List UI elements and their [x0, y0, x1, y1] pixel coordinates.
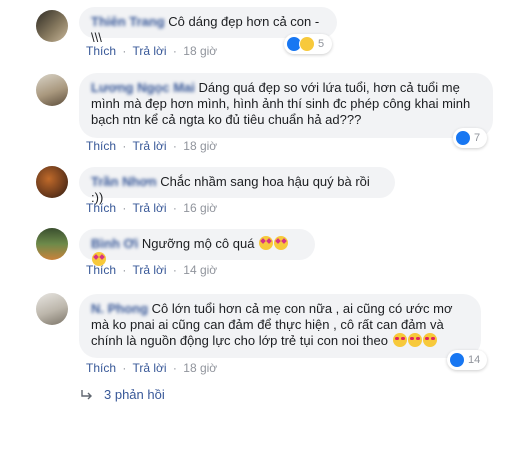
reaction-count: 14 [468, 354, 481, 366]
haha-reaction-icon [299, 36, 315, 52]
comment-bubble: Bình Ơi Ngưỡng mộ cô quá [79, 229, 315, 266]
separator: · [172, 263, 177, 277]
comment-actions: Thích · Trả lời · 18 giờ [86, 139, 217, 153]
reply-button[interactable]: Trả lời [132, 139, 166, 153]
like-reaction-icon [455, 130, 471, 146]
separator: · [172, 44, 177, 58]
reply-button[interactable]: Trả lời [132, 44, 166, 58]
comment-text: Ngưỡng mộ cô quá [141, 236, 255, 251]
comment-bubble: N. Phong Cô lớn tuổi hơn cả mẹ con nữa ,… [79, 294, 481, 358]
reaction-count: 5 [318, 38, 325, 50]
avatar[interactable] [36, 10, 68, 42]
separator: · [122, 263, 127, 277]
like-button[interactable]: Thích [86, 139, 116, 153]
comment-bubble: Trần Nhơn Chắc nhầm sang hoa hậu quý bà … [79, 167, 395, 205]
like-button[interactable]: Thích [86, 44, 116, 58]
reaction-summary[interactable]: 5 [284, 34, 332, 54]
separator: · [172, 201, 177, 215]
avatar[interactable] [36, 228, 68, 260]
like-button[interactable]: Thích [86, 361, 116, 375]
like-button[interactable]: Thích [86, 201, 116, 215]
like-reaction-icon [449, 352, 465, 368]
separator: · [122, 44, 127, 58]
reaction-summary[interactable]: 7 [453, 128, 487, 148]
comment-timestamp[interactable]: 18 giờ [183, 139, 217, 153]
separator: · [122, 201, 127, 215]
comment-author[interactable]: N. Phong [91, 301, 148, 316]
comment-timestamp[interactable]: 16 giờ [183, 201, 217, 215]
heart-eyes-emoji-icon [422, 333, 437, 347]
star-struck-emoji-icon [259, 236, 274, 250]
comment-actions: Thích · Trả lời · 14 giờ [86, 263, 217, 277]
reaction-summary[interactable]: 14 [447, 350, 487, 370]
reply-button[interactable]: Trả lời [132, 263, 166, 277]
comment-author[interactable]: Trần Nhơn [91, 174, 157, 189]
separator: · [172, 139, 177, 153]
avatar[interactable] [36, 293, 68, 325]
replies-label: 3 phản hồi [104, 387, 165, 402]
reply-arrow-icon [81, 389, 92, 399]
comment-actions: Thích · Trả lời · 16 giờ [86, 201, 217, 215]
separator: · [122, 139, 127, 153]
reaction-count: 7 [474, 132, 481, 144]
comment-timestamp[interactable]: 14 giờ [183, 263, 217, 277]
comment-author[interactable]: Lương Ngọc Mai [91, 80, 195, 95]
separator: · [172, 361, 177, 375]
comment-timestamp[interactable]: 18 giờ [183, 361, 217, 375]
heart-eyes-emoji-icon [392, 333, 407, 347]
comment-actions: Thích · Trả lời · 18 giờ [86, 361, 217, 375]
separator: · [122, 361, 127, 375]
view-replies-link[interactable]: 3 phản hồi [80, 387, 165, 402]
like-button[interactable]: Thích [86, 263, 116, 277]
heart-eyes-emoji-icon [407, 333, 422, 347]
star-struck-emoji-icon [274, 236, 289, 250]
comment-author[interactable]: Bình Ơi [91, 236, 138, 251]
comment-author[interactable]: Thiên Trang [91, 14, 165, 29]
reply-button[interactable]: Trả lời [132, 361, 166, 375]
avatar[interactable] [36, 166, 68, 198]
comment-bubble: Lương Ngọc Mai Dáng quá đẹp so với lứa t… [79, 73, 493, 138]
avatar[interactable] [36, 74, 68, 106]
reply-button[interactable]: Trả lời [132, 201, 166, 215]
comment-actions: Thích · Trả lời · 18 giờ [86, 44, 217, 58]
comment-timestamp[interactable]: 18 giờ [183, 44, 217, 58]
